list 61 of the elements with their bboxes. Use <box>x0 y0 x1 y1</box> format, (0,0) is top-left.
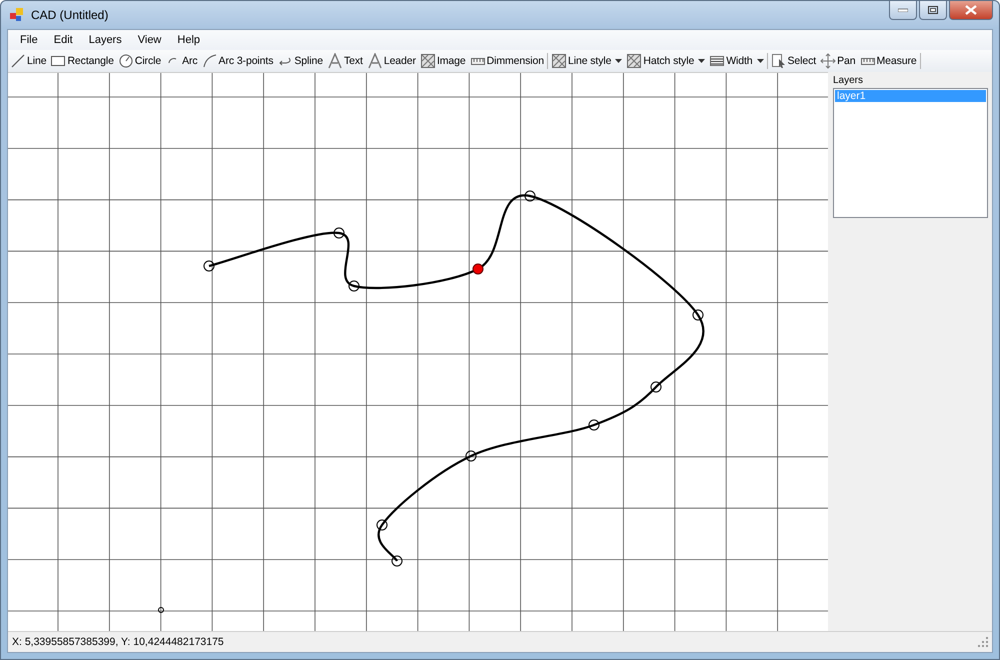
minimize-button[interactable] <box>889 1 917 20</box>
selected-control-point[interactable] <box>472 264 484 274</box>
line-icon <box>10 53 26 69</box>
tool-button[interactable]: Image <box>418 53 468 69</box>
control-point[interactable] <box>334 228 344 238</box>
dropdown-button[interactable]: Hatch style <box>624 53 708 69</box>
close-icon <box>965 5 977 15</box>
letter-a-icon <box>326 53 343 69</box>
rectangle-icon <box>50 53 66 69</box>
menu-item[interactable]: Layers <box>80 32 130 48</box>
hatched-square-icon <box>420 53 436 69</box>
tool-button[interactable]: Circle <box>116 53 164 69</box>
dropdown-button[interactable]: Width <box>707 53 766 69</box>
caret-icon <box>756 59 764 63</box>
origin-marker <box>158 607 164 613</box>
tool-button[interactable]: Select <box>768 53 818 69</box>
tool-button[interactable]: Leader <box>364 53 418 69</box>
resize-grip-icon <box>978 637 988 647</box>
maximize-button[interactable] <box>919 1 947 20</box>
tool-button[interactable]: Measure <box>858 53 919 69</box>
four-arrows-icon <box>820 53 836 69</box>
circle-icon <box>118 53 134 69</box>
cursor-coordinates: X: 5,33955857385399, Y: 10,4244482173175 <box>12 636 224 648</box>
lines-icon <box>709 53 726 69</box>
tool-button[interactable]: Pan <box>818 53 858 69</box>
control-point[interactable] <box>692 310 704 320</box>
tool-button[interactable]: Text <box>324 53 365 69</box>
caret-icon <box>615 59 622 63</box>
pointer-icon <box>770 53 787 69</box>
tool-button[interactable]: Line <box>8 53 48 69</box>
control-point[interactable] <box>650 382 662 392</box>
tool-button[interactable]: Arc <box>163 53 200 69</box>
maximize-icon <box>928 6 938 14</box>
control-point[interactable] <box>392 556 402 566</box>
control-point[interactable] <box>524 190 536 202</box>
caret-icon <box>698 59 706 63</box>
menu-item[interactable]: Edit <box>46 32 81 48</box>
control-point[interactable] <box>376 520 388 530</box>
hatched-square-icon <box>550 53 567 69</box>
tool-button[interactable]: Spline <box>275 53 325 69</box>
control-point[interactable] <box>466 450 476 462</box>
control-point[interactable] <box>588 420 600 430</box>
control-point[interactable] <box>348 280 360 292</box>
spline-curve[interactable] <box>208 194 704 562</box>
letter-a-icon <box>366 53 383 69</box>
tool-button[interactable]: Dimmension <box>468 53 546 69</box>
arc-icon <box>202 53 218 69</box>
tool-button[interactable]: Rectangle <box>48 53 116 69</box>
menu-item[interactable]: Help <box>169 32 208 48</box>
app-icon <box>9 7 25 23</box>
control-point[interactable] <box>204 260 214 272</box>
panel-title: Layers <box>833 74 864 88</box>
window-title: CAD (Untitled) <box>31 8 108 22</box>
close-button[interactable] <box>949 1 993 20</box>
tool-button[interactable]: Arc 3-points <box>200 53 276 69</box>
dropdown-button[interactable]: Line style <box>548 53 624 69</box>
menu-item[interactable]: View <box>130 32 170 48</box>
menu-item[interactable]: File <box>12 32 46 48</box>
drawing-canvas[interactable] <box>8 72 828 632</box>
minimize-icon <box>898 8 908 12</box>
hatched-square-icon <box>626 53 642 69</box>
